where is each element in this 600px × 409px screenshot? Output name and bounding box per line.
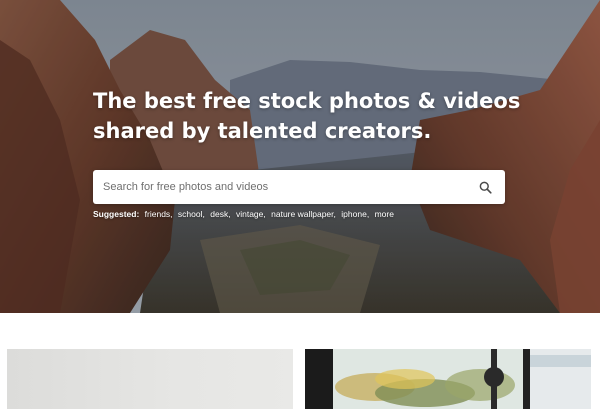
suggested-tag-more[interactable]: more: [375, 209, 394, 219]
hero-headline-line-2: shared by talented creators.: [93, 119, 432, 143]
search-input[interactable]: [103, 170, 463, 204]
hero-headline: The best free stock photos & videos shar…: [93, 86, 523, 146]
hero-banner: [0, 0, 600, 313]
photo-thumbnail-1[interactable]: [7, 349, 293, 409]
suggested-tag-friends[interactable]: friends: [145, 209, 171, 219]
suggested-tag-nature-wallpaper[interactable]: nature wallpaper: [271, 209, 333, 219]
suggested-searches: Suggested: friends, school, desk, vintag…: [93, 209, 394, 219]
search-icon: [479, 181, 492, 194]
search-bar: [93, 170, 505, 204]
search-button[interactable]: [475, 177, 495, 197]
hero-overlay: [0, 0, 600, 313]
suggested-tag-vintage[interactable]: vintage: [236, 209, 263, 219]
suggested-tag-desk[interactable]: desk: [210, 209, 228, 219]
photo-thumbnail-2[interactable]: [305, 349, 591, 409]
suggested-tag-school[interactable]: school: [178, 209, 203, 219]
suggested-label: Suggested:: [93, 209, 140, 219]
suggested-tag-iphone[interactable]: iphone: [341, 209, 367, 219]
hero-headline-line-1: The best free stock photos & videos: [93, 89, 521, 113]
photo-thumbnail-2-image: [305, 349, 591, 409]
